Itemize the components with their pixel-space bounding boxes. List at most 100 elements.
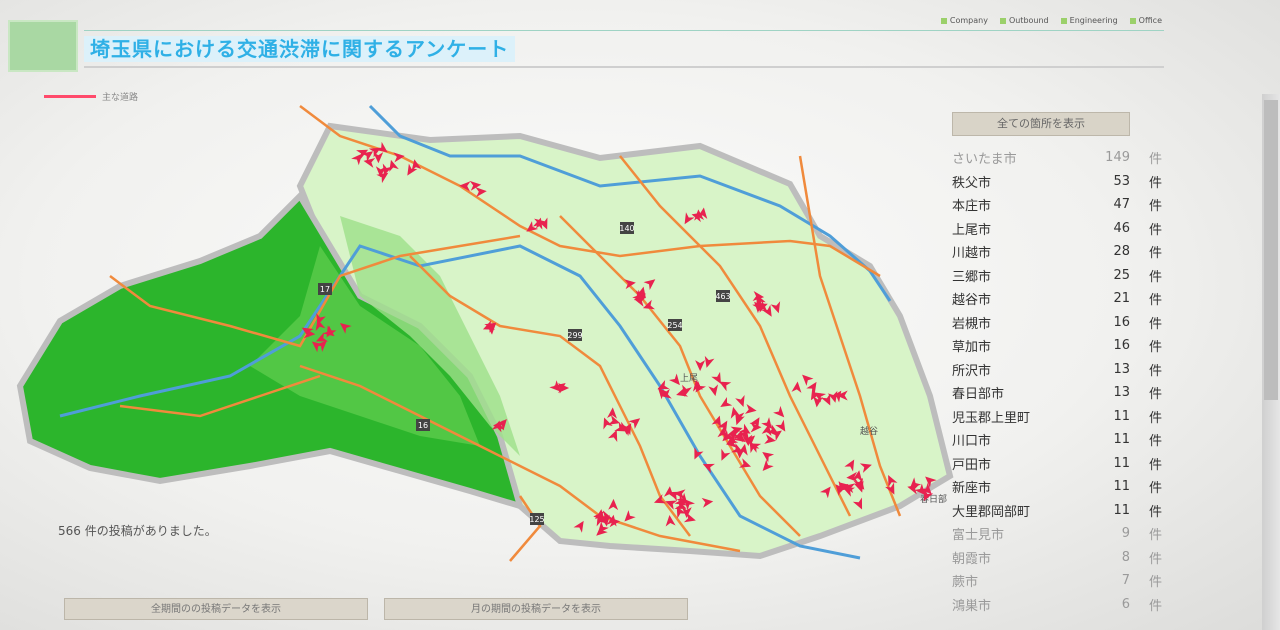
ranking-row[interactable]: 越谷市 21 件 bbox=[952, 287, 1162, 311]
bullet-icon bbox=[940, 17, 947, 24]
city-name[interactable]: 所沢市 bbox=[952, 360, 1094, 379]
count-unit: 件 bbox=[1148, 363, 1162, 379]
city-name[interactable]: 上尾市 bbox=[952, 219, 1094, 238]
place-label: 上尾 bbox=[680, 373, 698, 384]
route-number: 140 bbox=[619, 224, 634, 233]
count-unit: 件 bbox=[1148, 457, 1162, 473]
post-count: 16 bbox=[1113, 314, 1130, 330]
site-logo[interactable] bbox=[8, 20, 78, 72]
post-count: 46 bbox=[1113, 220, 1130, 236]
ranking-row[interactable]: 新座市 11 件 bbox=[952, 475, 1162, 499]
route-number: 17 bbox=[320, 285, 330, 294]
ranking-row[interactable]: 蕨市 7 件 bbox=[952, 569, 1162, 593]
post-count: 6 bbox=[1121, 596, 1130, 612]
ranking-row[interactable]: 富士見市 9 件 bbox=[952, 522, 1162, 546]
city-name[interactable]: 富士見市 bbox=[952, 524, 1094, 543]
post-count: 11 bbox=[1113, 455, 1130, 471]
count-unit: 件 bbox=[1148, 199, 1162, 215]
city-name[interactable]: 秩父市 bbox=[952, 172, 1094, 191]
city-name[interactable]: 岩槻市 bbox=[952, 313, 1094, 332]
ranking-row[interactable]: 本庄市 47 件 bbox=[952, 193, 1162, 217]
bullet-icon bbox=[1060, 17, 1067, 24]
count-unit: 件 bbox=[1148, 175, 1162, 191]
ranking-row[interactable]: 川口市 11 件 bbox=[952, 428, 1162, 452]
city-name[interactable]: 草加市 bbox=[952, 336, 1094, 355]
post-count: 11 bbox=[1113, 408, 1130, 424]
route-number: 125 bbox=[529, 515, 544, 524]
count-unit: 件 bbox=[1148, 434, 1162, 450]
ranking-row[interactable]: 岩槻市 16 件 bbox=[952, 311, 1162, 335]
count-unit: 件 bbox=[1148, 504, 1162, 520]
ranking-row[interactable]: さいたま市 149 件 bbox=[952, 146, 1162, 170]
count-unit: 件 bbox=[1148, 551, 1162, 567]
count-unit: 件 bbox=[1148, 387, 1162, 403]
top-link-outbound[interactable]: Outbound bbox=[999, 16, 1049, 25]
top-link-engineering[interactable]: Engineering bbox=[1060, 16, 1118, 25]
ranking-row[interactable]: 大里郡岡部町 11 件 bbox=[952, 499, 1162, 523]
city-name[interactable]: 春日部市 bbox=[952, 383, 1094, 402]
header-rule bbox=[84, 30, 1164, 31]
count-unit: 件 bbox=[1148, 269, 1162, 285]
ranking-sidebar: 全ての箇所を表示 さいたま市 149 件秩父市 53 件本庄市 47 件上尾市 46 件川越市 2… bbox=[952, 112, 1162, 616]
post-count: 16 bbox=[1113, 338, 1130, 354]
count-unit: 件 bbox=[1148, 481, 1162, 497]
ranking-row[interactable]: 秩父市 53 件 bbox=[952, 170, 1162, 194]
city-name[interactable]: 川越市 bbox=[952, 242, 1094, 261]
city-name[interactable]: 大里郡岡部町 bbox=[952, 501, 1094, 520]
post-count: 53 bbox=[1113, 173, 1130, 189]
count-unit: 件 bbox=[1148, 340, 1162, 356]
ranking-row[interactable]: 上尾市 46 件 bbox=[952, 217, 1162, 241]
ranking-row[interactable]: 戸田市 11 件 bbox=[952, 452, 1162, 476]
ranking-row[interactable]: 三郷市 25 件 bbox=[952, 264, 1162, 288]
post-count: 28 bbox=[1113, 244, 1130, 260]
city-name[interactable]: さいたま市 bbox=[952, 148, 1094, 167]
count-unit: 件 bbox=[1148, 316, 1162, 332]
count-unit: 件 bbox=[1148, 222, 1162, 238]
route-number: 299 bbox=[567, 331, 582, 340]
page: 埼玉県における交通渋滞に関するアンケート Company Outbound En… bbox=[0, 0, 1280, 630]
post-count: 13 bbox=[1113, 385, 1130, 401]
city-name[interactable]: 蕨市 bbox=[952, 571, 1094, 590]
city-name[interactable]: 川口市 bbox=[952, 430, 1094, 449]
city-name[interactable]: 鴻巣市 bbox=[952, 595, 1094, 614]
ranking-row[interactable]: 所沢市 13 件 bbox=[952, 358, 1162, 382]
city-name[interactable]: 越谷市 bbox=[952, 289, 1094, 308]
city-name[interactable]: 朝霞市 bbox=[952, 548, 1094, 567]
saitama-map[interactable]: 1716299140254463125 上尾 越谷 春日部 bbox=[0, 96, 960, 566]
show-all-period-button[interactable]: 全期間のの投稿データを表示 bbox=[64, 598, 368, 620]
city-name[interactable]: 戸田市 bbox=[952, 454, 1094, 473]
ranking-row[interactable]: 朝霞市 8 件 bbox=[952, 546, 1162, 570]
ranking-row[interactable]: 鴻巣市 6 件 bbox=[952, 593, 1162, 617]
post-count: 11 bbox=[1113, 479, 1130, 495]
post-count: 11 bbox=[1113, 432, 1130, 448]
top-link-company[interactable]: Company bbox=[940, 16, 988, 25]
post-count-text: 566 件の投稿がありました。 bbox=[58, 524, 217, 538]
count-unit: 件 bbox=[1148, 598, 1162, 614]
header-title-bar: 埼玉県における交通渋滞に関するアンケート bbox=[84, 36, 1164, 64]
ranking-row[interactable]: 川越市 28 件 bbox=[952, 240, 1162, 264]
route-number: 16 bbox=[418, 421, 428, 430]
post-count: 13 bbox=[1113, 361, 1130, 377]
city-name[interactable]: 児玉郡上里町 bbox=[952, 407, 1094, 426]
count-unit: 件 bbox=[1148, 528, 1162, 544]
city-name[interactable]: 新座市 bbox=[952, 477, 1094, 496]
route-number: 463 bbox=[715, 292, 730, 301]
show-all-button[interactable]: 全ての箇所を表示 bbox=[952, 112, 1130, 136]
header-divider bbox=[84, 66, 1164, 68]
post-count: 11 bbox=[1113, 502, 1130, 518]
scrollbar[interactable] bbox=[1262, 94, 1280, 630]
top-link-office[interactable]: Office bbox=[1129, 16, 1162, 25]
ranking-row[interactable]: 児玉郡上里町 11 件 bbox=[952, 405, 1162, 429]
count-unit: 件 bbox=[1148, 246, 1162, 262]
ranking-list: さいたま市 149 件秩父市 53 件本庄市 47 件上尾市 46 件川越市 28 件三郷市 25 件越… bbox=[952, 146, 1162, 616]
city-name[interactable]: 本庄市 bbox=[952, 195, 1094, 214]
show-month-period-button[interactable]: 月の期間の投稿データを表示 bbox=[384, 598, 688, 620]
count-unit: 件 bbox=[1148, 152, 1162, 168]
count-unit: 件 bbox=[1148, 410, 1162, 426]
city-name[interactable]: 三郷市 bbox=[952, 266, 1094, 285]
scrollbar-thumb[interactable] bbox=[1264, 100, 1278, 400]
count-unit: 件 bbox=[1148, 293, 1162, 309]
ranking-row[interactable]: 草加市 16 件 bbox=[952, 334, 1162, 358]
ranking-row[interactable]: 春日部市 13 件 bbox=[952, 381, 1162, 405]
count-unit: 件 bbox=[1148, 575, 1162, 591]
